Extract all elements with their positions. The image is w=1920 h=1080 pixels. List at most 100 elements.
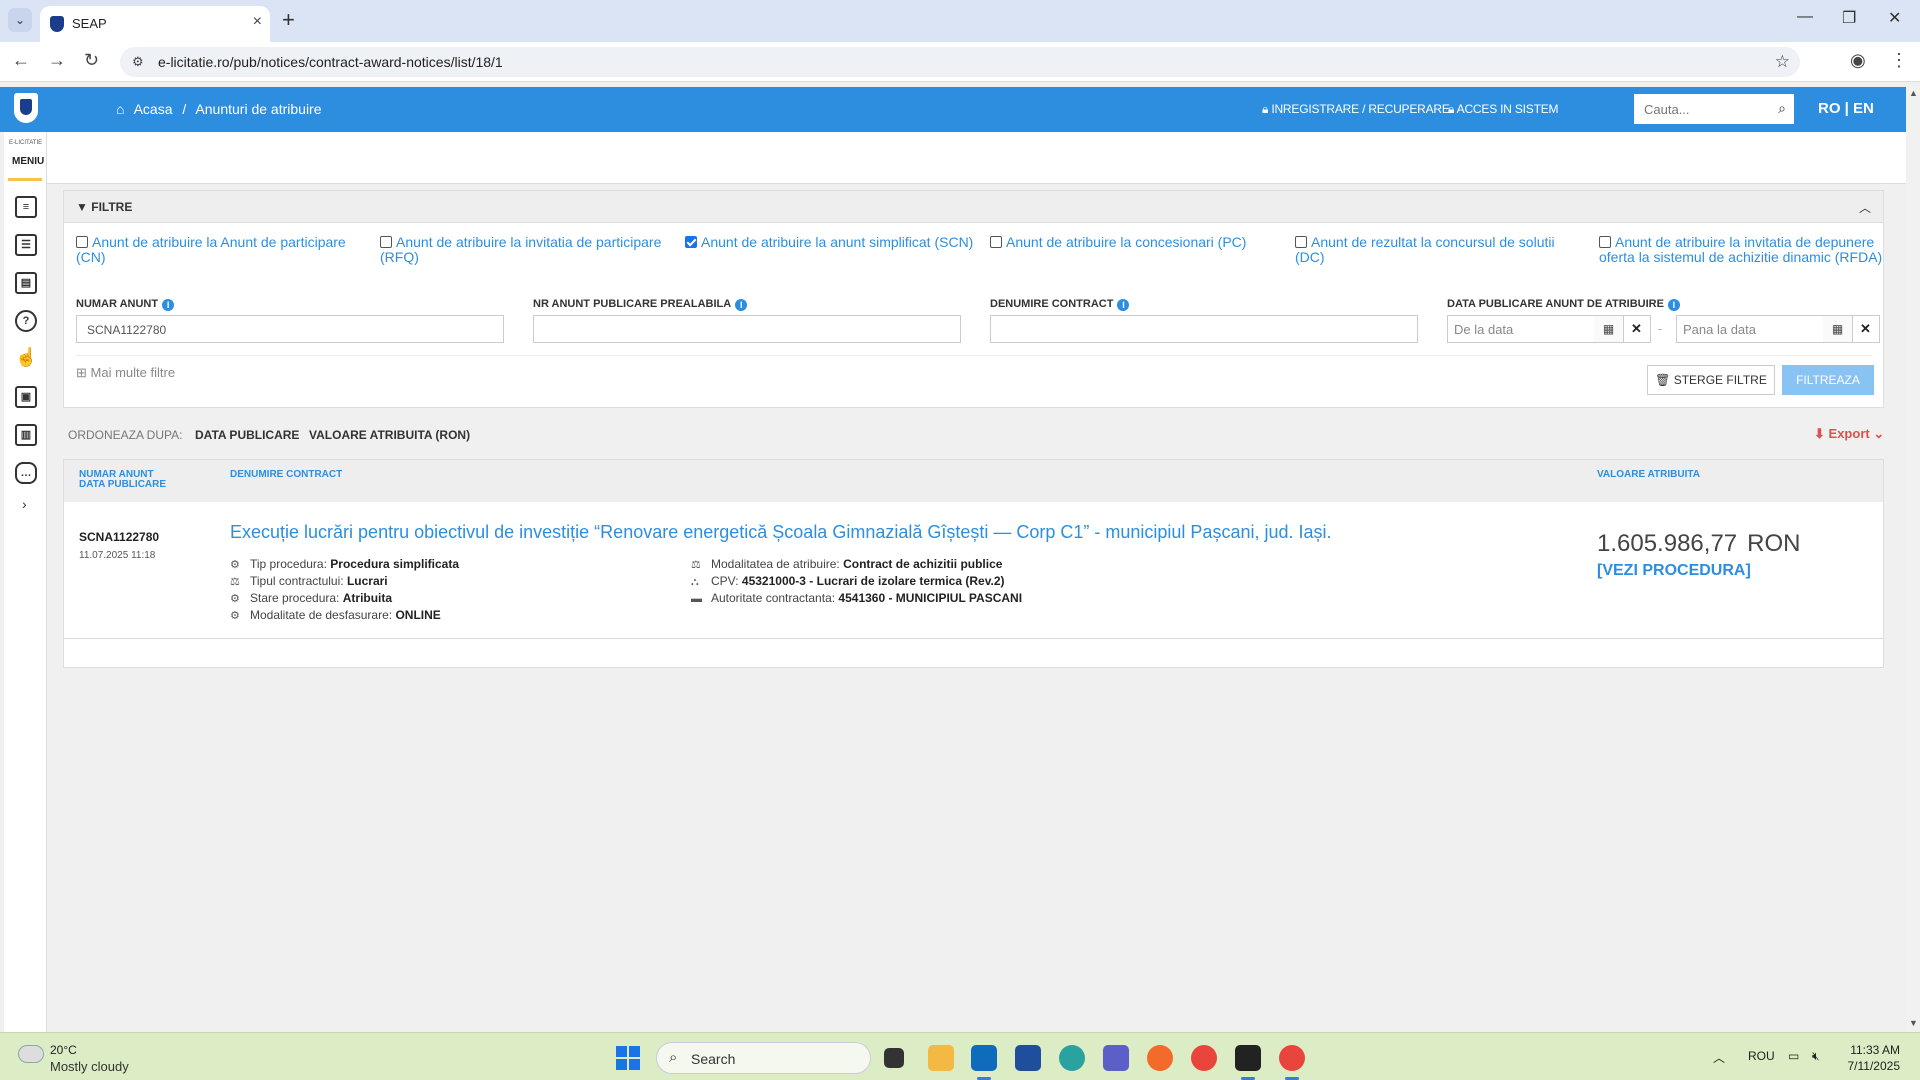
tab-search-button[interactable]: ⌄ <box>8 8 32 32</box>
col-denumire[interactable]: DENUMIRE CONTRACT <box>230 470 342 480</box>
store-icon[interactable] <box>1015 1045 1041 1071</box>
filter-type-cn[interactable]: Anunt de atribuire la Anunt de participa… <box>76 235 366 265</box>
taskbar-clock[interactable]: 11:33 AM 7/11/2025 <box>1844 1042 1901 1074</box>
seap-logo[interactable] <box>14 93 38 123</box>
checkbox[interactable] <box>380 236 392 248</box>
reload-icon[interactable]: ↻ <box>84 50 99 71</box>
date-to-input[interactable]: Pana la data <box>1676 315 1824 343</box>
filter-type-pc[interactable]: Anunt de atribuire la concesionari (PC) <box>990 235 1280 250</box>
scrollbar[interactable] <box>1906 87 1920 1032</box>
language-switch[interactable]: RO | EN <box>1818 100 1874 117</box>
menu-label[interactable]: MENIU <box>12 156 44 167</box>
info-icon[interactable]: i <box>735 299 748 311</box>
forward-icon[interactable]: → <box>48 50 66 71</box>
filter-header[interactable]: ▼ FILTRE ︿ <box>64 191 1883 223</box>
search-icon[interactable]: ⌕ <box>1778 100 1786 117</box>
documents-icon[interactable]: ▤ <box>15 272 37 294</box>
weather-desc[interactable]: Mostly cloudy <box>50 1059 129 1074</box>
minimize-icon[interactable]: — <box>1797 8 1813 26</box>
firefox-icon[interactable] <box>1147 1045 1173 1071</box>
login-link[interactable]: 🔒︎ ACCES IN SISTEM <box>1448 102 1559 117</box>
profile-icon[interactable]: ◉ <box>1850 50 1866 71</box>
edge-icon[interactable] <box>1059 1045 1085 1071</box>
keyboard-language[interactable]: ROU <box>1748 1049 1775 1063</box>
taskbar-search[interactable]: ⌕ Search <box>656 1042 871 1074</box>
chat-icon[interactable]: … <box>15 462 37 484</box>
contact-card-icon[interactable]: ▣ <box>15 386 37 408</box>
col-numar-anunt[interactable]: NUMAR ANUNT DATA PUBLICARE <box>79 470 166 490</box>
filter-type-scn[interactable]: Anunt de atribuire la anunt simplificat … <box>685 235 975 250</box>
filter-type-dc[interactable]: Anunt de rezultat la concursul de soluti… <box>1295 235 1585 265</box>
network-icon[interactable]: ▭ <box>1788 1049 1799 1063</box>
calendar-icon[interactable]: ▦ <box>1823 315 1853 343</box>
home-icon[interactable]: ⌂ <box>116 101 124 117</box>
sort-by-date[interactable]: DATA PUBLICARE <box>195 428 299 442</box>
teams-icon[interactable] <box>1103 1045 1129 1071</box>
scroll-up-icon[interactable]: ▲ <box>1909 88 1918 98</box>
chevron-up-icon[interactable]: ︿ <box>1859 199 1871 216</box>
denumire-input[interactable] <box>990 315 1418 343</box>
volume-muted-icon[interactable]: 🔇︎ <box>1812 1049 1820 1064</box>
checkbox[interactable] <box>990 236 1002 248</box>
contract-title-link[interactable]: Execuție lucrări pentru obiectivul de in… <box>230 522 1332 543</box>
close-tab-icon[interactable]: × <box>253 13 262 31</box>
close-window-icon[interactable]: ✕ <box>1888 8 1901 28</box>
filter-type-rfda[interactable]: Anunt de atribuire la invitatia de depun… <box>1599 235 1889 265</box>
search-input[interactable] <box>1634 94 1764 124</box>
bookmark-star-icon[interactable]: ☆ <box>1775 52 1790 72</box>
chrome-active-icon[interactable] <box>1279 1045 1305 1080</box>
outlook-icon[interactable] <box>971 1045 997 1080</box>
list-icon[interactable]: ☰ <box>15 234 37 256</box>
back-icon[interactable]: ← <box>12 50 30 71</box>
app-w-icon[interactable] <box>1235 1045 1261 1080</box>
tray-chevron-up-icon[interactable]: ︿ <box>1713 1049 1725 1066</box>
address-bar: ← → ↻ ⚙ e-licitatie.ro/pub/notices/contr… <box>0 42 1920 82</box>
task-view-icon[interactable] <box>884 1048 904 1068</box>
scroll-down-icon[interactable]: ▼ <box>1909 1018 1918 1028</box>
checkbox-checked[interactable] <box>685 236 697 248</box>
clear-date-icon[interactable]: ✕ <box>1852 315 1880 343</box>
clear-filters-button[interactable]: 🗑︎ STERGE FILTRE <box>1647 365 1775 395</box>
divider <box>76 355 1872 356</box>
browser-tab[interactable]: SEAP × <box>40 6 270 42</box>
checkbox[interactable] <box>76 236 88 248</box>
data-publicare-label: DATA PUBLICARE ANUNT DE ATRIBUIRE i <box>1447 298 1680 311</box>
file-explorer-icon[interactable] <box>928 1045 954 1071</box>
url-field[interactable]: ⚙ e-licitatie.ro/pub/notices/contract-aw… <box>120 47 1800 77</box>
url-text[interactable]: e-licitatie.ro/pub/notices/contract-awar… <box>158 54 503 70</box>
date-from-input[interactable]: De la data <box>1447 315 1595 343</box>
new-tab-icon[interactable]: + <box>282 8 295 32</box>
weather-cloud-icon[interactable] <box>18 1045 44 1063</box>
col-valoare[interactable]: VALOARE ATRIBUITA <box>1597 470 1700 480</box>
info-icon[interactable]: i <box>1667 299 1680 311</box>
info-icon[interactable]: i <box>1117 299 1130 311</box>
register-link[interactable]: 🔒︎ INREGISTRARE / RECUPERARE <box>1262 102 1450 117</box>
menu-brand: E-LICITATIE <box>9 140 43 146</box>
notices-icon[interactable]: ≡ <box>15 196 37 218</box>
see-procedure-link[interactable]: [VEZI PROCEDURA] <box>1597 562 1751 580</box>
chrome-icon[interactable] <box>1191 1045 1217 1071</box>
settings-hand-icon[interactable]: ☝ <box>15 348 37 370</box>
restore-icon[interactable]: ❐ <box>1842 8 1856 28</box>
checkbox[interactable] <box>1599 236 1611 248</box>
clear-date-icon[interactable]: ✕ <box>1623 315 1651 343</box>
info-icon[interactable]: i <box>162 299 175 311</box>
export-button[interactable]: ⬇︎ Export ⌄ <box>1814 426 1884 442</box>
numar-anunt-input[interactable]: SCNA1122780 <box>76 315 504 343</box>
calendar-icon[interactable]: ▦ <box>1594 315 1624 343</box>
windows-start-icon[interactable] <box>616 1046 640 1070</box>
apply-filter-button[interactable]: FILTREAZA <box>1782 365 1874 395</box>
expand-menu-icon[interactable]: › <box>22 496 27 512</box>
nr-prealabil-input[interactable] <box>533 315 961 343</box>
checkbox[interactable] <box>1295 236 1307 248</box>
more-filters-link[interactable]: ⊞ Mai multe filtre <box>76 365 175 381</box>
breadcrumb-home[interactable]: Acasa <box>134 101 173 117</box>
weather-temp[interactable]: 20°C <box>50 1043 77 1057</box>
awarded-value: 1.605.986,77 RON <box>1597 530 1801 557</box>
sort-by-value[interactable]: VALOARE ATRIBUITA (RON) <box>309 428 470 442</box>
help-icon[interactable]: ? <box>15 310 37 332</box>
filter-type-rfq[interactable]: Anunt de atribuire la invitatia de parti… <box>380 235 670 265</box>
browser-menu-icon[interactable]: ⋮ <box>1890 50 1908 71</box>
library-icon[interactable]: ▥ <box>15 424 37 446</box>
site-info-icon[interactable]: ⚙ <box>132 54 144 70</box>
